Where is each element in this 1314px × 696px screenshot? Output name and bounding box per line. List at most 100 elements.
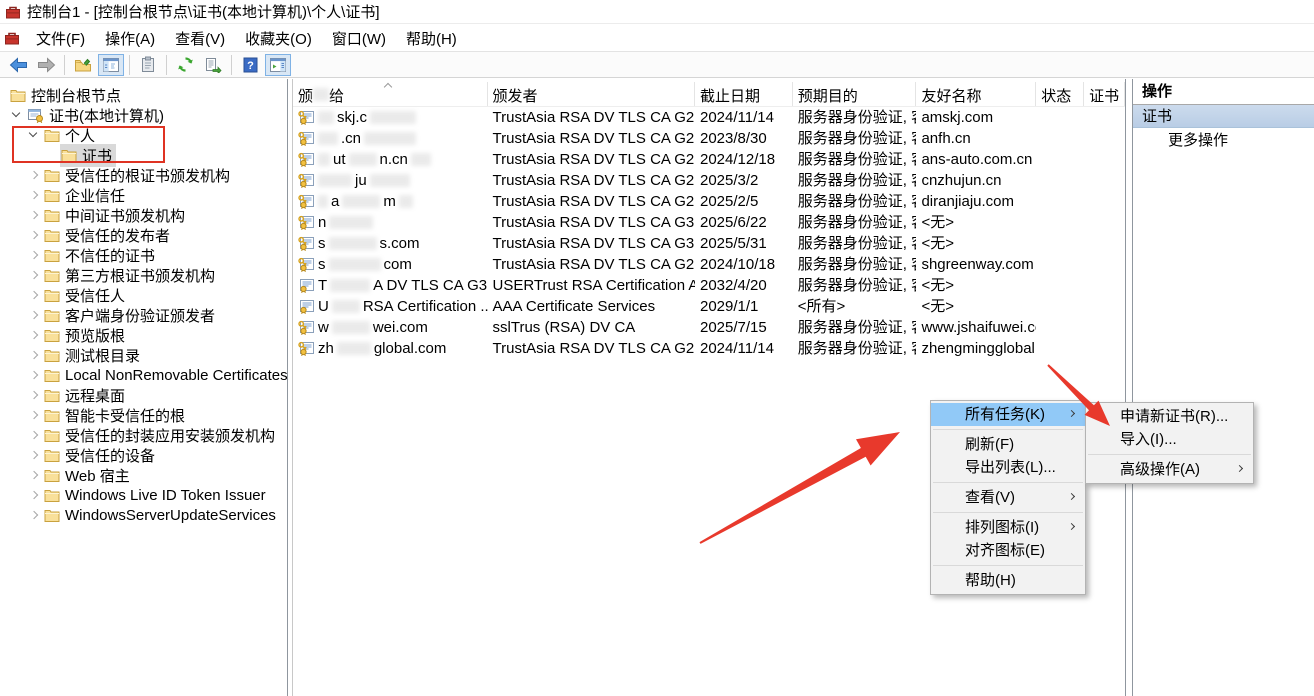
tree-item-0[interactable]: 控制台根节点 [0,85,287,105]
context-menu-item-10[interactable]: 帮助(H) [931,569,1085,592]
tree-item-18[interactable]: 受信任的设备 [0,445,287,465]
certificate-row[interactable]: URSA Certification ...AAA Certificate Se… [293,296,1125,317]
cell-template [1084,107,1125,128]
chevron-right-icon[interactable] [25,486,43,504]
export-folder-button[interactable] [70,54,96,76]
certificate-row[interactable]: skj.cTrustAsia RSA DV TLS CA G22024/11/1… [293,107,1125,128]
censored-blur [318,195,328,208]
tree-item-15[interactable]: 远程桌面 [0,385,287,405]
chevron-right-icon[interactable] [25,346,43,364]
certificate-row[interactable]: ss.comTrustAsia RSA DV TLS CA G32025/5/3… [293,233,1125,254]
cell-friendly-name: <无> [916,296,1036,317]
chevron-right-icon[interactable] [25,326,43,344]
tree-item-7[interactable]: 受信任的发布者 [0,225,287,245]
forward-arrow-button[interactable] [33,54,59,76]
submenu-item-0[interactable]: 申请新证书(R)... [1086,405,1253,428]
chevron-right-icon[interactable] [25,286,43,304]
certificate-row[interactable]: .cnTrustAsia RSA DV TLS CA G22023/8/30服务… [293,128,1125,149]
submenu-item-1[interactable]: 导入(I)... [1086,428,1253,451]
column-header-4[interactable]: 友好名称 [916,82,1036,106]
cell-status [1036,338,1084,359]
tree-item-9[interactable]: 第三方根证书颁发机构 [0,265,287,285]
tree-item-16[interactable]: 智能卡受信任的根 [0,405,287,425]
column-header-2[interactable]: 截止日期 [695,82,793,106]
chevron-right-icon[interactable] [25,186,43,204]
refresh-button[interactable] [172,54,198,76]
tree-item-12[interactable]: 预览版根 [0,325,287,345]
cell-status [1036,149,1084,170]
mmc-console-icon [4,30,20,46]
context-menu-item-0[interactable]: 所有任务(K) [931,403,1085,426]
context-menu-item-3[interactable]: 导出列表(L)... [931,456,1085,479]
chevron-down-icon[interactable] [25,126,43,144]
certstore-icon [27,108,44,123]
tree-item-21[interactable]: WindowsServerUpdateServices [0,505,287,525]
export-list-button[interactable] [200,54,226,76]
certificate-row[interactable]: zhglobal.comTrustAsia RSA DV TLS CA G220… [293,338,1125,359]
chevron-right-icon[interactable] [25,166,43,184]
tree-item-17[interactable]: 受信任的封装应用安装颁发机构 [0,425,287,445]
column-header-5[interactable]: 状态 [1036,82,1084,106]
tree-item-11[interactable]: 客户端身份验证颁发者 [0,305,287,325]
column-header-1[interactable]: 颁发者 [488,82,695,106]
chevron-right-icon[interactable] [25,406,43,424]
more-actions-button[interactable]: 更多操作 [1133,128,1314,154]
clipboard-button[interactable] [135,54,161,76]
cell-template [1084,170,1125,191]
tree-item-10[interactable]: 受信任人 [0,285,287,305]
cell-friendly-name: <无> [916,275,1036,296]
chevron-down-icon[interactable] [8,106,26,124]
tree-item-14[interactable]: Local NonRemovable Certificates [0,365,287,385]
chevron-right-icon[interactable] [25,226,43,244]
tree-item-4[interactable]: 受信任的根证书颁发机构 [0,165,287,185]
column-header-3[interactable]: 预期目的 [793,82,917,106]
tree-item-20[interactable]: Windows Live ID Token Issuer [0,485,287,505]
cell-status [1036,107,1084,128]
menubar-item-1[interactable]: 操作(A) [95,25,165,52]
certificate-row[interactable]: nTrustAsia RSA DV TLS CA G32025/6/22服务器身… [293,212,1125,233]
context-menu-item-5[interactable]: 查看(V) [931,486,1085,509]
chevron-right-icon[interactable] [25,366,43,384]
certificate-row[interactable]: juTrustAsia RSA DV TLS CA G22025/3/2服务器身… [293,170,1125,191]
menubar-item-4[interactable]: 窗口(W) [322,25,396,52]
show-action-pane-button[interactable] [265,54,291,76]
chevron-right-icon[interactable] [25,446,43,464]
certificate-row[interactable]: wwei.comsslTrus (RSA) DV CA2025/7/15服务器身… [293,317,1125,338]
chevron-right-icon[interactable] [25,266,43,284]
menubar-item-2[interactable]: 查看(V) [165,25,235,52]
tree-item-19[interactable]: Web 宿主 [0,465,287,485]
menubar-item-0[interactable]: 文件(F) [26,25,95,52]
chevron-right-icon[interactable] [25,246,43,264]
help-button[interactable]: ? [237,54,263,76]
column-header-6[interactable]: 证书 [1084,82,1125,106]
certificate-row[interactable]: utn.cnTrustAsia RSA DV TLS CA G22024/12/… [293,149,1125,170]
context-menu-item-2[interactable]: 刷新(F) [931,433,1085,456]
tree-item-3[interactable]: 证书 [0,145,287,165]
cell-issued-to: scom [293,254,488,275]
context-menu-item-8[interactable]: 对齐图标(E) [931,539,1085,562]
chevron-right-icon[interactable] [25,506,43,524]
chevron-right-icon[interactable] [25,206,43,224]
tree-item-1[interactable]: 证书(本地计算机) [0,105,287,125]
certificate-row[interactable]: TA DV TLS CA G3USERTrust RSA Certificati… [293,275,1125,296]
menubar-item-3[interactable]: 收藏夹(O) [235,25,322,52]
column-header-0[interactable]: 颁给 [293,82,488,106]
submenu-item-3[interactable]: 高级操作(A) [1086,458,1253,481]
tree-item-13[interactable]: 测试根目录 [0,345,287,365]
certificate-row[interactable]: scomTrustAsia RSA DV TLS CA G22024/10/18… [293,254,1125,275]
context-menu-item-7[interactable]: 排列图标(I) [931,516,1085,539]
show-console-tree-button[interactable] [98,54,124,76]
menubar-item-5[interactable]: 帮助(H) [396,25,467,52]
actions-group-certificates[interactable]: 证书 [1133,105,1314,128]
folder-icon [44,489,60,502]
tree-item-5[interactable]: 企业信任 [0,185,287,205]
tree-item-2[interactable]: 个人 [0,125,287,145]
tree-item-6[interactable]: 中间证书颁发机构 [0,205,287,225]
chevron-right-icon[interactable] [25,426,43,444]
certificate-row[interactable]: amTrustAsia RSA DV TLS CA G22025/2/5服务器身… [293,191,1125,212]
chevron-right-icon[interactable] [25,466,43,484]
chevron-right-icon[interactable] [25,386,43,404]
chevron-right-icon[interactable] [25,306,43,324]
tree-item-8[interactable]: 不信任的证书 [0,245,287,265]
back-arrow-button[interactable] [5,54,31,76]
